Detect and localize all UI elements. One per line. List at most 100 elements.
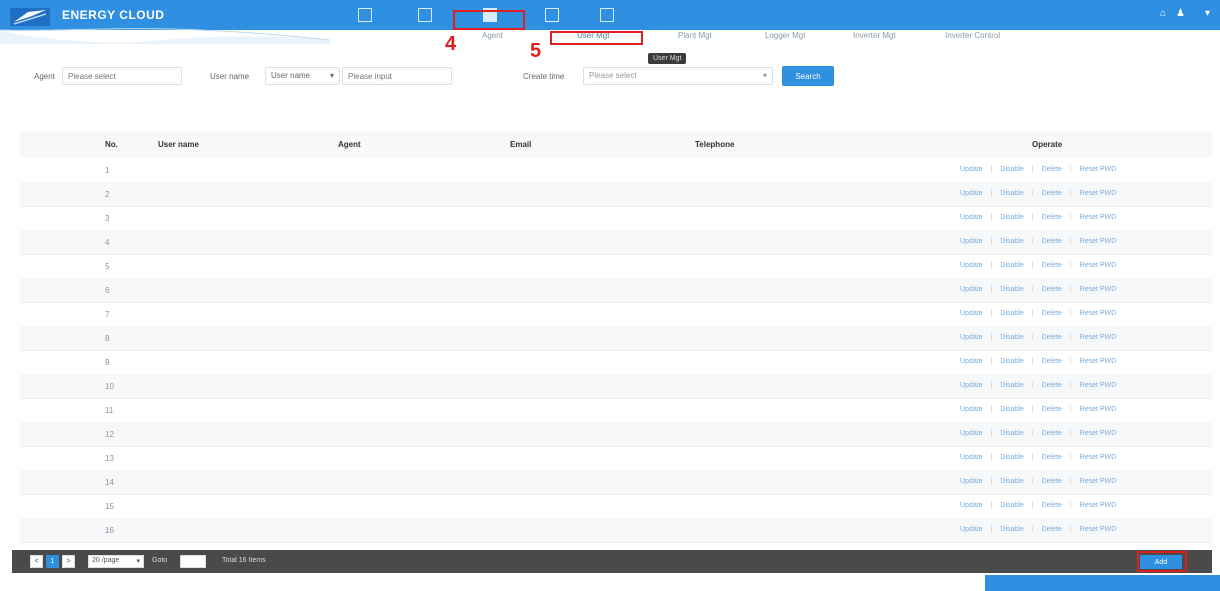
op-separator: |	[1069, 190, 1072, 197]
op-delete-link[interactable]: Delete	[1042, 334, 1062, 341]
op-update-link[interactable]: Update	[960, 238, 983, 245]
op-separator: |	[1031, 454, 1034, 461]
cell-no: 5	[105, 262, 110, 271]
subtab-agent[interactable]: Agent	[482, 31, 503, 40]
op-reset-pwd-link[interactable]: Reset PWD	[1080, 334, 1117, 341]
op-disable-link[interactable]: Disable	[1000, 454, 1023, 461]
agent-filter-input[interactable]	[62, 67, 182, 85]
row-operations: Update | Disable | Delete | Reset PWD	[960, 382, 1116, 389]
page-size-select[interactable]: 20 /page ▾	[88, 555, 144, 568]
op-delete-link[interactable]: Delete	[1042, 358, 1062, 365]
op-reset-pwd-link[interactable]: Reset PWD	[1080, 238, 1117, 245]
highlight-box-user-mgt	[550, 31, 643, 45]
op-separator: |	[1069, 430, 1072, 437]
report-nav-icon[interactable]	[600, 8, 614, 22]
op-disable-link[interactable]: Disable	[1000, 502, 1023, 509]
op-update-link[interactable]: Update	[960, 166, 983, 173]
op-update-link[interactable]: Update	[960, 526, 983, 533]
op-disable-link[interactable]: Disable	[1000, 526, 1023, 533]
brand-logo-icon	[10, 8, 50, 26]
op-update-link[interactable]: Update	[960, 286, 983, 293]
create-time-picker[interactable]: Please select ▾	[583, 67, 773, 85]
op-separator: |	[1069, 238, 1072, 245]
notification-icon[interactable]: ⌂	[1160, 8, 1166, 19]
brand-title: ENERGY CLOUD	[62, 8, 165, 22]
op-reset-pwd-link[interactable]: Reset PWD	[1080, 310, 1117, 317]
op-reset-pwd-link[interactable]: Reset PWD	[1080, 382, 1117, 389]
account-filter-input[interactable]	[342, 67, 452, 85]
op-delete-link[interactable]: Delete	[1042, 478, 1062, 485]
op-disable-link[interactable]: Disable	[1000, 334, 1023, 341]
subtab-inverter-control[interactable]: Inverter Control	[945, 31, 1000, 40]
op-reset-pwd-link[interactable]: Reset PWD	[1080, 190, 1117, 197]
subtab-logger-mgt[interactable]: Logger Mgt	[765, 31, 805, 40]
op-disable-link[interactable]: Disable	[1000, 406, 1023, 413]
op-delete-link[interactable]: Delete	[1042, 430, 1062, 437]
cell-no: 7	[105, 310, 110, 319]
op-delete-link[interactable]: Delete	[1042, 166, 1062, 173]
user-nav-icon[interactable]	[545, 8, 559, 22]
op-disable-link[interactable]: Disable	[1000, 286, 1023, 293]
op-disable-link[interactable]: Disable	[1000, 214, 1023, 221]
op-reset-pwd-link[interactable]: Reset PWD	[1080, 502, 1117, 509]
op-delete-link[interactable]: Delete	[1042, 238, 1062, 245]
next-page-button[interactable]: >	[62, 555, 75, 568]
op-delete-link[interactable]: Delete	[1042, 286, 1062, 293]
op-update-link[interactable]: Update	[960, 190, 983, 197]
create-time-placeholder: Please select	[589, 71, 637, 80]
op-delete-link[interactable]: Delete	[1042, 382, 1062, 389]
monitor-nav-icon[interactable]	[358, 8, 372, 22]
op-separator: |	[1031, 502, 1034, 509]
page-button-current[interactable]: 1	[46, 555, 59, 568]
op-disable-link[interactable]: Disable	[1000, 262, 1023, 269]
op-delete-link[interactable]: Delete	[1042, 262, 1062, 269]
subtab-inverter-mgt[interactable]: Inverter Mgt	[853, 31, 896, 40]
account-type-select[interactable]: User name ▾	[265, 67, 340, 85]
subtab-plant-mgt[interactable]: Plant Mgt	[678, 31, 712, 40]
op-disable-link[interactable]: Disable	[1000, 310, 1023, 317]
op-delete-link[interactable]: Delete	[1042, 526, 1062, 533]
op-delete-link[interactable]: Delete	[1042, 190, 1062, 197]
op-disable-link[interactable]: Disable	[1000, 358, 1023, 365]
op-update-link[interactable]: Update	[960, 478, 983, 485]
user-area[interactable]: ⌂ ♟ ▾	[1160, 8, 1210, 19]
op-disable-link[interactable]: Disable	[1000, 430, 1023, 437]
op-update-link[interactable]: Update	[960, 262, 983, 269]
search-button[interactable]: Search	[782, 66, 834, 86]
op-delete-link[interactable]: Delete	[1042, 406, 1062, 413]
highlight-box-add	[1137, 551, 1187, 572]
op-update-link[interactable]: Update	[960, 382, 983, 389]
op-update-link[interactable]: Update	[960, 334, 983, 341]
op-reset-pwd-link[interactable]: Reset PWD	[1080, 358, 1117, 365]
op-delete-link[interactable]: Delete	[1042, 502, 1062, 509]
op-reset-pwd-link[interactable]: Reset PWD	[1080, 478, 1117, 485]
op-reset-pwd-link[interactable]: Reset PWD	[1080, 406, 1117, 413]
op-update-link[interactable]: Update	[960, 310, 983, 317]
row-operations: Update | Disable | Delete | Reset PWD	[960, 286, 1116, 293]
op-delete-link[interactable]: Delete	[1042, 454, 1062, 461]
op-reset-pwd-link[interactable]: Reset PWD	[1080, 166, 1117, 173]
op-disable-link[interactable]: Disable	[1000, 190, 1023, 197]
prev-page-button[interactable]: <	[30, 555, 43, 568]
op-disable-link[interactable]: Disable	[1000, 382, 1023, 389]
op-update-link[interactable]: Update	[960, 502, 983, 509]
op-reset-pwd-link[interactable]: Reset PWD	[1080, 526, 1117, 533]
op-reset-pwd-link[interactable]: Reset PWD	[1080, 430, 1117, 437]
op-update-link[interactable]: Update	[960, 406, 983, 413]
op-update-link[interactable]: Update	[960, 454, 983, 461]
op-reset-pwd-link[interactable]: Reset PWD	[1080, 454, 1117, 461]
op-disable-link[interactable]: Disable	[1000, 166, 1023, 173]
op-update-link[interactable]: Update	[960, 358, 983, 365]
op-delete-link[interactable]: Delete	[1042, 310, 1062, 317]
op-reset-pwd-link[interactable]: Reset PWD	[1080, 214, 1117, 221]
op-delete-link[interactable]: Delete	[1042, 214, 1062, 221]
op-reset-pwd-link[interactable]: Reset PWD	[1080, 286, 1117, 293]
op-disable-link[interactable]: Disable	[1000, 238, 1023, 245]
goto-page-input[interactable]	[180, 555, 206, 568]
op-update-link[interactable]: Update	[960, 214, 983, 221]
plant-nav-icon[interactable]	[418, 8, 432, 22]
op-disable-link[interactable]: Disable	[1000, 478, 1023, 485]
op-reset-pwd-link[interactable]: Reset PWD	[1080, 262, 1117, 269]
op-update-link[interactable]: Update	[960, 430, 983, 437]
chevron-down-icon[interactable]: ▾	[1205, 8, 1210, 19]
